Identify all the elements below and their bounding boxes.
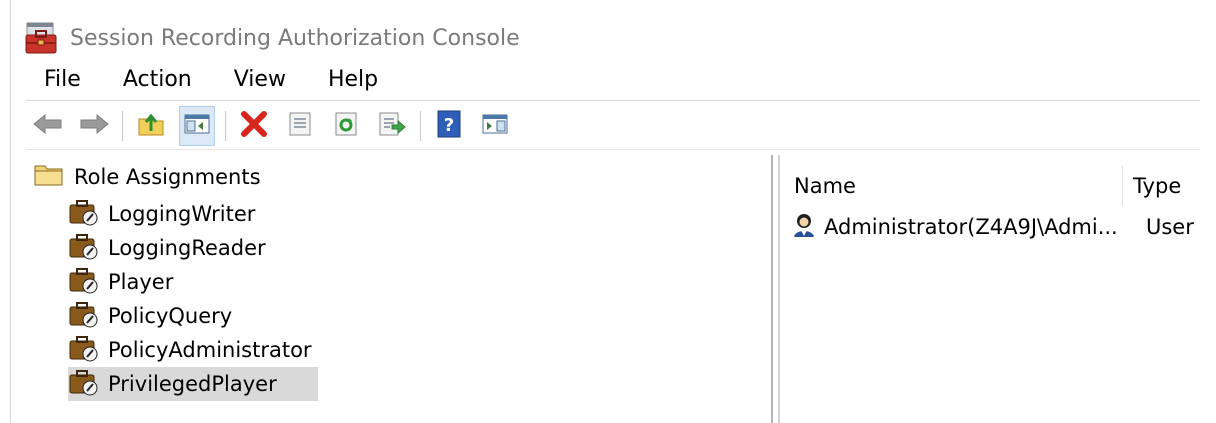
tree-node-policyadministrator[interactable]: PolicyAdministrator xyxy=(68,333,318,367)
list-row[interactable]: Administrator(Z4A9J\Admi... User xyxy=(792,211,1194,243)
list-cell-type: User xyxy=(1146,215,1194,239)
show-hide-action-pane-icon xyxy=(481,112,509,140)
tree-node-label: Player xyxy=(108,270,174,294)
tree-node-player[interactable]: Player xyxy=(68,265,318,299)
export-list-button[interactable] xyxy=(374,106,410,146)
help-button[interactable]: ? xyxy=(431,106,467,146)
tree-node-label: LoggingReader xyxy=(108,236,266,260)
up-one-level-button[interactable] xyxy=(133,106,169,146)
window-left-border xyxy=(10,0,11,423)
back-button[interactable] xyxy=(30,106,66,146)
role-icon xyxy=(68,299,100,333)
forward-arrow-icon xyxy=(79,113,109,139)
refresh-icon xyxy=(333,111,359,141)
toolbar-separator xyxy=(420,111,421,141)
console-tree-pane[interactable]: Role Assignments LoggingWriter LoggingRe… xyxy=(26,155,773,423)
svg-text:?: ? xyxy=(444,115,454,136)
forward-button[interactable] xyxy=(76,106,112,146)
list-header: Name Type xyxy=(780,166,1202,206)
menu-divider xyxy=(26,100,1200,101)
tree-root-role-assignments[interactable]: Role Assignments xyxy=(34,161,261,193)
tree-node-label: PrivilegedPlayer xyxy=(108,372,277,396)
role-icon xyxy=(68,231,100,265)
tree-node-label: PolicyQuery xyxy=(108,304,233,328)
tree-node-loggingreader[interactable]: LoggingReader xyxy=(68,231,318,265)
menu-file[interactable]: File xyxy=(30,67,109,92)
tree-node-privilegedplayer[interactable]: PrivilegedPlayer xyxy=(68,367,318,401)
tree-root-label: Role Assignments xyxy=(74,165,261,189)
toolbar-separator xyxy=(225,111,226,141)
toolbar-separator xyxy=(122,111,123,141)
show-hide-action-pane-button[interactable] xyxy=(477,106,513,146)
help-icon: ? xyxy=(436,110,462,142)
toolbar: ? xyxy=(30,104,523,148)
list-cell-name: Administrator(Z4A9J\Admi... xyxy=(824,215,1118,239)
toolbar-divider xyxy=(26,149,1200,150)
tree-node-loggingwriter[interactable]: LoggingWriter xyxy=(68,197,318,231)
role-icon xyxy=(68,265,100,299)
tree-node-label: LoggingWriter xyxy=(108,202,256,226)
folder-icon xyxy=(34,163,64,191)
window-title: Session Recording Authorization Console xyxy=(70,25,520,51)
tree-node-label: PolicyAdministrator xyxy=(108,338,312,362)
role-icon xyxy=(68,333,100,367)
up-folder-icon xyxy=(137,111,165,141)
user-icon xyxy=(792,212,816,242)
show-hide-console-tree-icon xyxy=(183,112,211,140)
column-header-name[interactable]: Name xyxy=(780,174,1122,198)
role-icon xyxy=(68,197,100,231)
delete-button[interactable] xyxy=(236,106,272,146)
delete-icon xyxy=(240,110,268,142)
back-arrow-icon xyxy=(33,113,63,139)
tree-node-policyquery[interactable]: PolicyQuery xyxy=(68,299,318,333)
properties-icon xyxy=(287,111,313,141)
properties-button[interactable] xyxy=(282,106,318,146)
export-list-icon xyxy=(378,111,406,141)
menu-bar: File Action View Help xyxy=(30,62,406,96)
menu-action[interactable]: Action xyxy=(109,67,220,92)
tree-children: LoggingWriter LoggingReader Player Polic… xyxy=(68,197,318,401)
menu-help[interactable]: Help xyxy=(314,67,406,92)
briefcase-console-icon xyxy=(24,21,58,55)
menu-view[interactable]: View xyxy=(220,67,314,92)
show-hide-console-tree-button[interactable] xyxy=(179,106,215,146)
column-header-type[interactable]: Type xyxy=(1123,174,1181,198)
role-icon xyxy=(68,367,100,401)
refresh-button[interactable] xyxy=(328,106,364,146)
details-list-pane[interactable]: Name Type Administrator(Z4A9J\Admi... Us… xyxy=(778,155,1202,423)
title-bar: Session Recording Authorization Console xyxy=(24,20,520,56)
